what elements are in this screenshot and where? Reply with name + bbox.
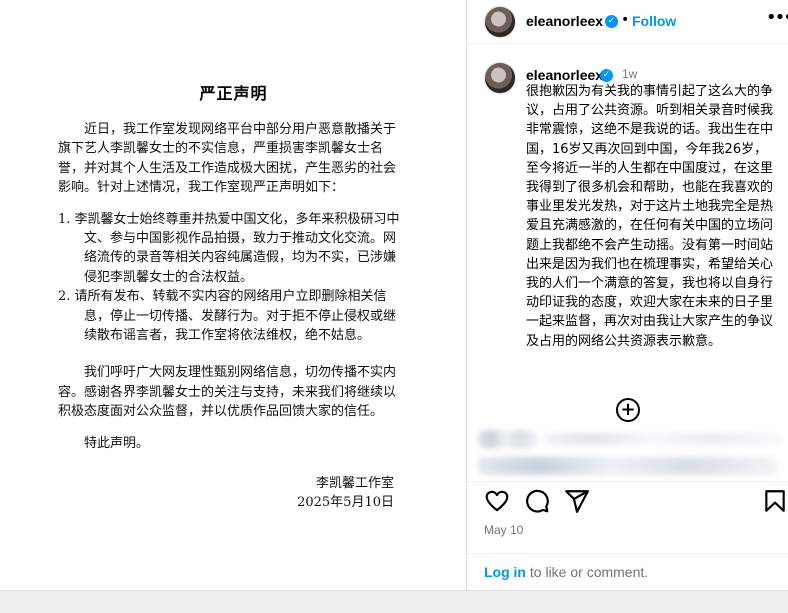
load-more-icon[interactable]: + (616, 398, 640, 422)
header-username[interactable]: eleanorleex (526, 13, 603, 29)
avatar[interactable] (484, 6, 516, 38)
document-closing: 特此声明。 (84, 435, 150, 451)
document-date: 2025年5月10日 (297, 495, 394, 510)
separator: • (621, 12, 630, 28)
login-prompt-text: to like or comment. (526, 564, 649, 580)
follow-button[interactable]: Follow (632, 13, 676, 29)
document-list-item-1: 1. 李凯馨女士始终尊重并热爱中国文化，多年来积极研习中文、参与中国影视作品拍摄… (58, 211, 400, 285)
document-signature: 李凯馨工作室 (315, 476, 394, 491)
comment-username[interactable]: eleanorleex (526, 67, 603, 83)
comment-avatar[interactable] (484, 62, 516, 94)
document-paragraph-1: 近日，我工作室发现网络平台中部分用户恶意散播关于旗下艺人李凯馨女士的不实信息，严… (58, 122, 397, 196)
blurred-content (544, 433, 784, 445)
bottom-strip (0, 590, 788, 613)
caption-text: 很抱歉因为有关我的事情引起了这么大的争议，占用了公共资源。听到相关录音时候我非常… (526, 84, 774, 349)
document-paragraph-2: 我们呼吁广大网友理性甄别网络信息，切勿传播不实内容。感谢各界李凯馨女士的关注与支… (58, 365, 397, 420)
comment-icon[interactable] (524, 488, 550, 514)
document-list-item-2: 2. 请所有发布、转载不实内容的网络用户立即删除相关信息，停止一切传播、发酵行为… (58, 289, 397, 344)
post-sidebar: eleanorleex ✓ • Follow ••• eleanorleex ✓… (468, 0, 788, 590)
share-icon[interactable] (564, 488, 590, 514)
comments-section: eleanorleex ✓ 1w 很抱歉因为有关我的事情引起了这么大的争议，占用… (468, 45, 788, 480)
bookmark-icon[interactable] (762, 488, 788, 514)
post-image: 严正声明 近日，我工作室发现网络平台中部分用户恶意散播关于旗下艺人李凯馨女士的不… (0, 0, 467, 590)
post-date[interactable]: May 10 (484, 523, 523, 537)
blurred-content (478, 430, 538, 448)
document-body: 近日，我工作室发现网络平台中部分用户恶意散播关于旗下艺人李凯馨女士的不实信息，严… (58, 120, 402, 453)
document-title: 严正声明 (199, 84, 268, 103)
post-header: eleanorleex ✓ • Follow ••• (468, 0, 788, 44)
more-icon[interactable]: ••• (766, 8, 788, 28)
heart-icon[interactable] (484, 488, 510, 514)
login-link[interactable]: Log in (484, 564, 526, 580)
action-bar (468, 481, 788, 521)
blurred-content (478, 457, 778, 475)
verified-badge-icon: ✓ (600, 69, 613, 82)
comment-timestamp[interactable]: 1w (622, 67, 637, 81)
login-prompt: Log in to like or comment. (468, 553, 788, 590)
verified-badge-icon: ✓ (605, 15, 618, 28)
